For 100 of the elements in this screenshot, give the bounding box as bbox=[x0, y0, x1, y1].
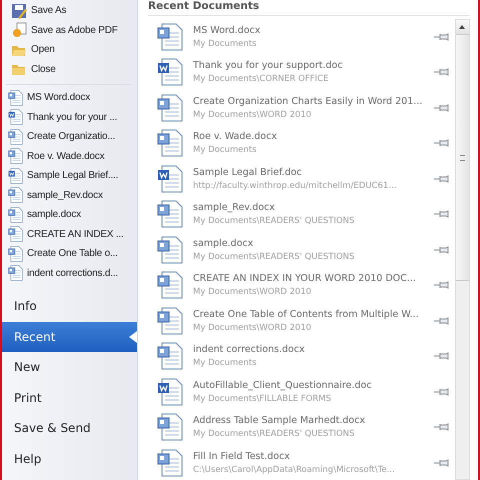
nav-tab[interactable]: Save & Send bbox=[2, 413, 137, 444]
document-icon bbox=[8, 128, 24, 145]
document-icon bbox=[8, 226, 24, 242]
document-name: Roe v. Wade.docx bbox=[193, 131, 278, 142]
recent-file-item[interactable]: Roe v. Wade.docx bbox=[2, 146, 137, 166]
nav-tab[interactable]: Recent bbox=[2, 322, 137, 352]
pin-icon[interactable] bbox=[433, 386, 449, 397]
document-icon bbox=[8, 168, 24, 184]
document-path: My Documents\WORD 2010 bbox=[193, 322, 312, 333]
pin-icon[interactable] bbox=[433, 316, 449, 326]
document-icon bbox=[157, 94, 185, 122]
recent-document-item[interactable]: Create One Table of Contents from Multiple W... My Documents\WORD 2010 bbox=[148, 303, 455, 338]
document-name: Create Organization Charts Easily in Word 201... bbox=[193, 96, 424, 107]
recent-file-item[interactable]: Thank you for your ... bbox=[2, 108, 137, 127]
document-path: My Documents\CORNER OFFICE bbox=[193, 74, 330, 84]
document-icon bbox=[157, 58, 185, 86]
pin-icon[interactable] bbox=[433, 67, 449, 78]
pin-icon[interactable] bbox=[433, 422, 449, 432]
recent-document-item[interactable]: Address Table Sample Marhedt.docx My Documents\READERS' QUESTIONS bbox=[148, 410, 455, 445]
recent-file-item[interactable]: Create One Table o... bbox=[2, 244, 137, 264]
pin-icon[interactable] bbox=[433, 138, 449, 148]
recent-document-item[interactable]: Sample Legal Brief.doc http://faculty.winthrop.edu/mitchellm/EDUC61... bbox=[148, 161, 455, 196]
recent-document-item[interactable]: sample_Rev.docx My Documents\READERS' QUESTIONS bbox=[148, 196, 455, 232]
recent-document-item[interactable]: Roe v. Wade.docx My Documents bbox=[148, 126, 455, 161]
document-path: My Documents\READERS' QUESTIONS bbox=[193, 252, 356, 262]
pin-icon[interactable] bbox=[433, 32, 449, 42]
document-icon bbox=[157, 378, 185, 406]
pin-icon[interactable] bbox=[433, 458, 449, 468]
document-path: My Documents\WORD 2010 bbox=[193, 110, 312, 120]
document-icon bbox=[8, 206, 24, 223]
document-icon bbox=[8, 265, 24, 282]
document-path: My Documents\WORD 2010 bbox=[193, 287, 312, 298]
scroll-up-icon[interactable] bbox=[456, 20, 469, 35]
document-path: My Documents bbox=[193, 145, 258, 156]
recent-document-item[interactable]: Fill In Field Test.docx C:\Users\Carol\AppData\Roaming\Microsoft\Te... bbox=[148, 445, 455, 480]
recent-file-item[interactable]: indent corrections.d... bbox=[2, 264, 137, 283]
recent-document-item[interactable]: Thank you for your support.doc My Documents\CORNER OFFICE bbox=[148, 54, 455, 90]
document-name: Address Table Sample Marhedt.docx bbox=[193, 415, 366, 426]
nav-tab[interactable]: Help bbox=[2, 444, 137, 474]
pin-icon[interactable] bbox=[433, 209, 449, 220]
recent-document-item[interactable]: indent corrections.docx My Documents bbox=[148, 338, 455, 374]
document-icon bbox=[157, 22, 185, 51]
document-path: C:\Users\Carol\AppData\Roaming\Microsoft\Te... bbox=[193, 464, 396, 475]
pin-icon[interactable] bbox=[433, 174, 449, 184]
section-heading: Recent Documents bbox=[148, 0, 470, 16]
document-icon bbox=[8, 109, 24, 126]
document-icon bbox=[157, 200, 185, 228]
document-name: Create One Table of Contents from Multiple W... bbox=[193, 308, 420, 320]
document-icon bbox=[157, 164, 185, 193]
document-name: MS Word.docx bbox=[193, 24, 262, 36]
recent-document-item[interactable]: AutoFillable_Client_Questionnaire.doc My Documents\FILLABLE FORMS bbox=[148, 374, 455, 410]
document-name: indent corrections.docx bbox=[193, 344, 306, 356]
document-icon bbox=[8, 246, 24, 262]
menu-item[interactable]: Save as Adobe PDF bbox=[2, 20, 137, 40]
menu-item[interactable]: Open bbox=[2, 40, 137, 60]
document-path: http://faculty.winthrop.edu/mitchellm/EDUC61... bbox=[193, 180, 398, 191]
pin-icon[interactable] bbox=[433, 102, 449, 113]
document-name: Sample Legal Brief.doc bbox=[193, 166, 303, 178]
recent-file-item[interactable]: sample.docx bbox=[2, 205, 137, 224]
recent-document-item[interactable]: sample.docx My Documents\READERS' QUESTIONS bbox=[148, 232, 455, 268]
document-path: My Documents\FILLABLE FORMS bbox=[193, 394, 332, 404]
document-path: My Documents\READERS' QUESTIONS bbox=[193, 429, 356, 440]
menu-item[interactable]: Close bbox=[2, 60, 137, 79]
recent-file-item[interactable]: sample_Rev.docx bbox=[2, 186, 137, 205]
nav-tab[interactable]: Info bbox=[2, 291, 137, 322]
document-name: Fill In Field Test.docx bbox=[193, 450, 291, 462]
scrollbar[interactable] bbox=[455, 19, 470, 480]
document-name: CREATE AN INDEX IN YOUR WORD 2010 DOC... bbox=[193, 273, 417, 284]
document-icon bbox=[8, 148, 24, 164]
document-icon bbox=[157, 129, 185, 158]
document-path: My Documents bbox=[193, 38, 258, 49]
recent-document-item[interactable]: CREATE AN INDEX IN YOUR WORD 2010 DOC... My Documents\WORD 2010 bbox=[148, 268, 455, 303]
menu-item[interactable]: Save As bbox=[2, 1, 137, 20]
scroll-thumb[interactable] bbox=[456, 35, 469, 281]
recent-file-item[interactable]: MS Word.docx bbox=[2, 88, 137, 108]
recent-file-item[interactable]: Sample Legal Brief.... bbox=[2, 166, 137, 186]
nav-tab[interactable]: New bbox=[2, 352, 137, 382]
recent-file-item[interactable]: CREATE AN INDEX ... bbox=[2, 224, 137, 244]
nav-tab[interactable]: Print bbox=[2, 382, 137, 413]
recent-document-item[interactable]: MS Word.docx My Documents bbox=[148, 19, 455, 54]
document-icon bbox=[157, 342, 185, 370]
document-name: Thank you for your support.doc bbox=[193, 60, 344, 72]
pin-icon[interactable] bbox=[433, 280, 449, 290]
document-icon bbox=[157, 413, 185, 442]
document-icon bbox=[157, 271, 185, 300]
document-icon bbox=[8, 187, 24, 204]
document-name: sample_Rev.docx bbox=[193, 202, 276, 214]
document-name: AutoFillable_Client_Questionnaire.doc bbox=[193, 380, 373, 391]
document-name: sample.docx bbox=[193, 238, 254, 249]
document-path: My Documents\READERS' QUESTIONS bbox=[193, 216, 356, 226]
recent-file-item[interactable]: Create Organizatio... bbox=[2, 127, 137, 146]
document-icon bbox=[157, 306, 185, 335]
recent-document-item[interactable]: Create Organization Charts Easily in Word 201... My Documents\WORD 2010 bbox=[148, 90, 455, 126]
pointer-icon bbox=[129, 330, 137, 342]
document-path: My Documents bbox=[193, 358, 258, 368]
pin-icon[interactable] bbox=[433, 244, 449, 255]
document-icon bbox=[8, 90, 24, 106]
document-icon bbox=[157, 448, 185, 477]
document-icon bbox=[157, 236, 185, 264]
pin-icon[interactable] bbox=[433, 351, 449, 362]
